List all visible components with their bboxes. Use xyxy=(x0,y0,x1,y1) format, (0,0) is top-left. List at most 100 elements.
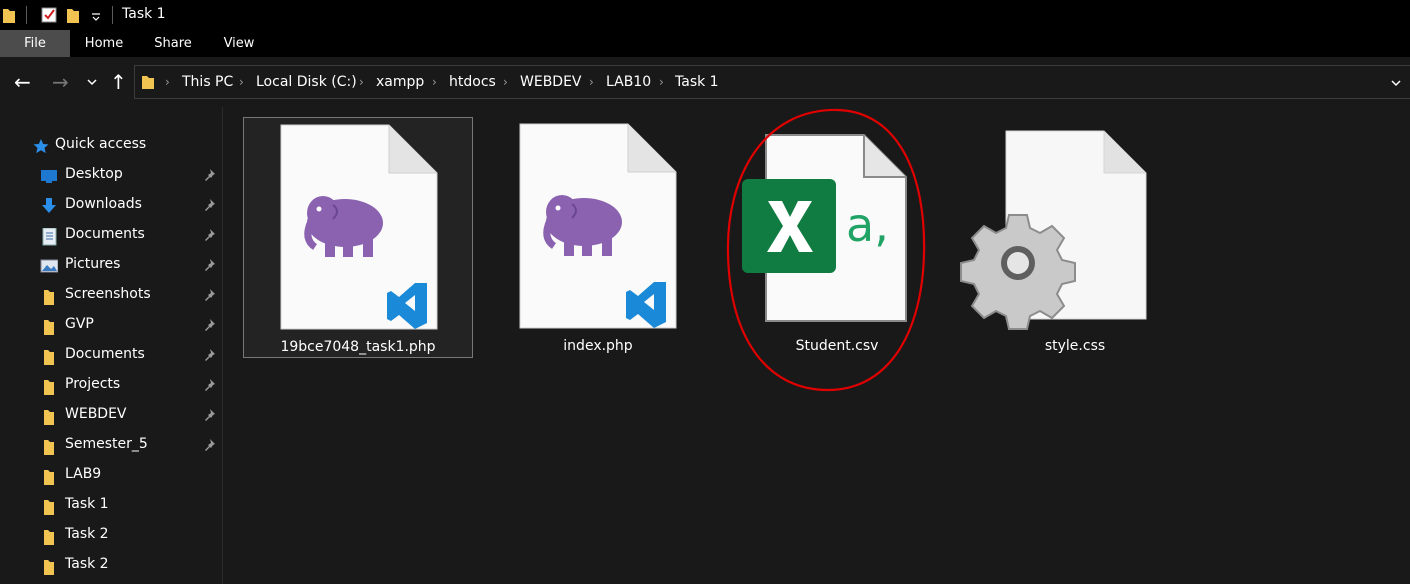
sidebar-item-label: Semester_5 xyxy=(65,436,148,452)
up-button[interactable]: ↑ xyxy=(110,70,127,94)
breadcrumb-separator: › xyxy=(359,75,364,89)
pin-icon[interactable] xyxy=(202,318,216,332)
forward-button[interactable]: → xyxy=(52,70,69,94)
sidebar-item-semester-5[interactable]: Semester_5 xyxy=(0,430,222,460)
breadcrumb-separator: › xyxy=(165,75,170,89)
css-file-icon xyxy=(960,130,1147,330)
tab-share[interactable]: Share xyxy=(140,30,206,57)
pin-icon[interactable] xyxy=(202,378,216,392)
breadcrumb-xampp[interactable]: xampp xyxy=(376,74,424,90)
sidebar-item-projects[interactable]: Projects xyxy=(0,370,222,400)
folder-icon xyxy=(44,470,54,485)
desktop-icon xyxy=(41,170,57,183)
ribbon: File Home Share View xyxy=(0,30,1410,57)
sidebar-item-label: WEBDEV xyxy=(65,406,127,422)
address-history-chevron-icon[interactable] xyxy=(1390,78,1402,88)
file-name[interactable]: index.php xyxy=(483,338,713,354)
breadcrumb-webdev[interactable]: WEBDEV xyxy=(520,74,582,90)
tab-view[interactable]: View xyxy=(210,30,268,57)
properties-icon[interactable] xyxy=(40,6,58,24)
sidebar-item-gvp[interactable]: GVP xyxy=(0,310,222,340)
pane-divider xyxy=(222,107,223,584)
folder-icon[interactable] xyxy=(2,6,16,24)
pin-icon[interactable] xyxy=(202,198,216,212)
sidebar-item-task-2-second[interactable]: Task 2 xyxy=(0,550,222,580)
sidebar-item-screenshots[interactable]: Screenshots xyxy=(0,280,222,310)
window-title: Task 1 xyxy=(122,6,166,22)
folder-icon xyxy=(44,380,54,395)
breadcrumb-htdocs[interactable]: htdocs xyxy=(449,74,496,90)
folder-icon xyxy=(44,530,54,545)
sidebar-item-downloads[interactable]: Downloads xyxy=(0,190,222,220)
file-item-index-php[interactable]: index.php xyxy=(483,117,713,358)
breadcrumb-lab10[interactable]: LAB10 xyxy=(606,74,651,90)
breadcrumb-this-pc[interactable]: This PC xyxy=(182,74,233,90)
back-button[interactable]: ← xyxy=(14,70,31,94)
title-bar: Task 1 xyxy=(0,0,1410,30)
sidebar-item-label: Documents xyxy=(65,346,145,362)
sidebar-item-task-1[interactable]: Task 1 xyxy=(0,490,222,520)
star-icon xyxy=(33,139,49,154)
folder-icon xyxy=(44,410,54,425)
pin-icon[interactable] xyxy=(202,228,216,242)
sidebar-item-quick-access[interactable]: Quick access xyxy=(0,130,222,160)
sidebar-item-documents-folder[interactable]: Documents xyxy=(0,340,222,370)
customize-toolbar-icon[interactable] xyxy=(90,6,102,24)
pin-icon[interactable] xyxy=(202,258,216,272)
breadcrumb-separator: › xyxy=(503,75,508,89)
folder-icon xyxy=(44,560,54,575)
sidebar-item-pictures[interactable]: Pictures xyxy=(0,250,222,280)
annotation-circle xyxy=(726,108,926,392)
file-item-style-css[interactable]: style.css xyxy=(960,117,1190,358)
pin-icon[interactable] xyxy=(202,408,216,422)
pictures-icon xyxy=(40,259,58,273)
folder-icon xyxy=(44,350,54,365)
breadcrumb-local-disk[interactable]: Local Disk (C:) xyxy=(256,74,357,90)
pin-icon[interactable] xyxy=(202,288,216,302)
tab-home[interactable]: Home xyxy=(72,30,136,57)
sidebar-item-label: LAB9 xyxy=(65,466,102,482)
folder-icon xyxy=(44,500,54,515)
file-name[interactable]: style.css xyxy=(960,338,1190,354)
sidebar-item-documents[interactable]: Documents xyxy=(0,220,222,250)
sidebar-item-label: Task 1 xyxy=(65,496,109,512)
tab-file[interactable]: File xyxy=(0,30,70,57)
folder-icon xyxy=(142,76,154,89)
breadcrumb-separator: › xyxy=(589,75,594,89)
navigation-pane: Quick access Desktop Downloads Documents… xyxy=(0,107,222,584)
sidebar-item-label: Quick access xyxy=(55,136,147,152)
file-name[interactable]: 19bce7048_task1.php xyxy=(244,339,472,355)
sidebar-item-label: Desktop xyxy=(65,166,123,182)
php-file-icon xyxy=(519,123,677,329)
download-icon xyxy=(42,198,56,213)
sidebar-item-task-2[interactable]: Task 2 xyxy=(0,520,222,550)
sidebar-item-label: Documents xyxy=(65,226,145,242)
new-folder-icon[interactable] xyxy=(66,6,80,24)
address-bar[interactable]: › This PC › Local Disk (C:) › xampp › ht… xyxy=(134,65,1410,99)
sidebar-item-label: GVP xyxy=(65,316,94,332)
breadcrumb-separator: › xyxy=(239,75,244,89)
pin-icon[interactable] xyxy=(202,168,216,182)
file-item-task1-php[interactable]: 19bce7048_task1.php xyxy=(243,117,473,358)
documents-icon xyxy=(42,228,57,246)
sidebar-item-webdev[interactable]: WEBDEV xyxy=(0,400,222,430)
recent-locations-chevron-icon[interactable] xyxy=(86,77,98,87)
folder-icon xyxy=(44,440,54,455)
pin-icon[interactable] xyxy=(202,348,216,362)
sidebar-item-label: Pictures xyxy=(65,256,121,272)
sidebar-item-label: Downloads xyxy=(65,196,142,212)
pin-icon[interactable] xyxy=(202,438,216,452)
folder-icon xyxy=(44,320,54,335)
php-file-icon xyxy=(280,124,438,330)
sidebar-item-label: Screenshots xyxy=(65,286,151,302)
sidebar-item-label: Task 2 xyxy=(65,556,109,572)
sidebar-item-label: Task 2 xyxy=(65,526,109,542)
breadcrumb-separator: › xyxy=(659,75,664,89)
sidebar-item-desktop[interactable]: Desktop xyxy=(0,160,222,190)
sidebar-item-lab9[interactable]: LAB9 xyxy=(0,460,222,490)
folder-icon xyxy=(44,290,54,305)
toolbar-separator xyxy=(112,6,113,24)
breadcrumb-task-1[interactable]: Task 1 xyxy=(675,74,719,90)
toolbar-separator xyxy=(26,6,27,24)
navigation-bar: ← → ↑ › This PC › Local Disk (C:) › xamp… xyxy=(0,57,1410,107)
